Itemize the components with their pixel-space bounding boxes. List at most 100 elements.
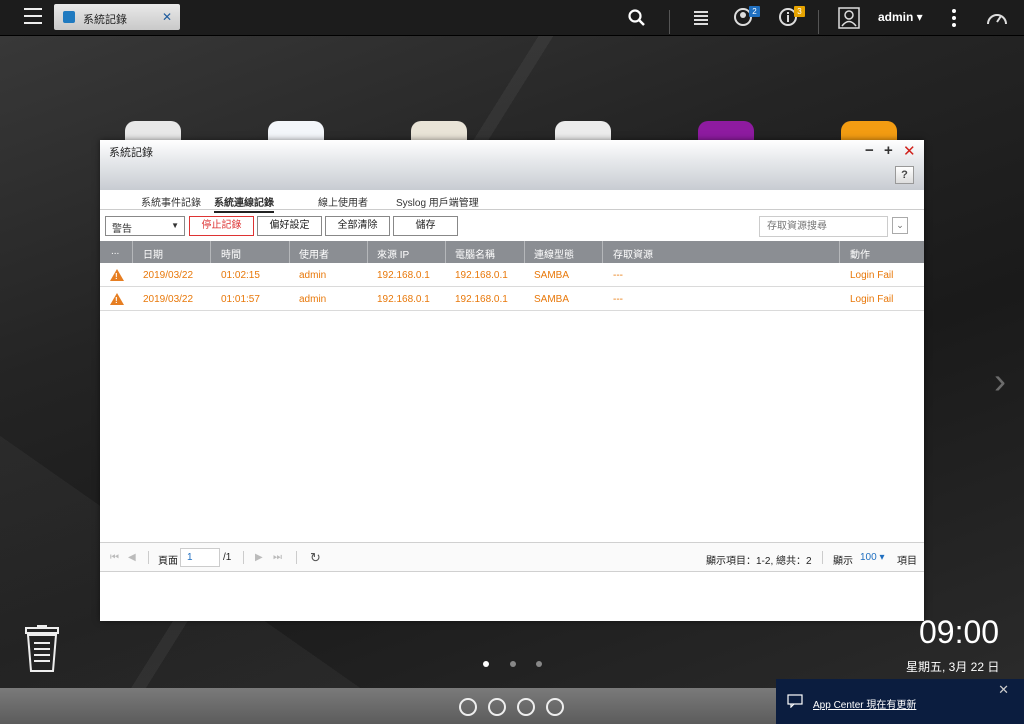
desktop-clock: 09:00 xyxy=(919,614,1000,650)
items-label: 項目 xyxy=(897,556,917,567)
col-header-connection-type[interactable]: 連線型態 xyxy=(534,246,574,261)
col-header-date[interactable]: 日期 xyxy=(143,246,163,261)
col-header-accessed-resource[interactable]: 存取資源 xyxy=(613,246,653,261)
severity-filter-value: 警告 xyxy=(112,224,132,235)
refresh-icon[interactable]: ↻ xyxy=(310,550,321,566)
user-menu[interactable]: admin ▾ xyxy=(878,10,923,24)
search-options-chevron-icon[interactable]: ⌄ xyxy=(892,217,908,234)
app-tab-close-icon[interactable]: ✕ xyxy=(162,10,172,24)
app-center-notification[interactable]: App Center 現在有更新 ✕ xyxy=(776,679,1024,724)
display-summary: 顯示項目：1-2, 總共：2 xyxy=(706,556,812,567)
maximize-button[interactable]: + xyxy=(884,142,893,159)
cell-action: Login Fail xyxy=(850,270,894,281)
dashboard-gauge-icon[interactable] xyxy=(985,7,1009,29)
desktop-page-dot[interactable] xyxy=(483,661,489,667)
search-icon[interactable] xyxy=(628,7,646,29)
toolbar: 警告 ▼ 停止記錄 偏好設定 全部清除 儲存 ⌄ xyxy=(100,212,924,240)
page-number-input[interactable] xyxy=(180,548,220,567)
cell-date: 2019/03/22 xyxy=(143,294,194,305)
message-icon xyxy=(787,694,803,708)
col-header-more[interactable]: ... xyxy=(111,246,119,257)
first-page-icon[interactable]: ⏮ xyxy=(110,552,119,563)
cell-connection-type: SAMBA xyxy=(534,294,570,305)
recycle-bin-icon[interactable] xyxy=(23,625,61,673)
cell-source-ip: 192.168.0.1 xyxy=(377,270,430,281)
tab-syslog-client[interactable]: Syslog 用戶端管理 xyxy=(396,194,479,211)
window-header: 系統記錄 − + ✕ ? xyxy=(100,140,924,190)
pagination-bar: ⏮ ◀ 頁面 /1 ▶ ⏭ ↻ 顯示項目：1-2, 總共：2 顯示 100 ▾ … xyxy=(100,542,924,572)
stop-logging-button[interactable]: 停止記錄 xyxy=(189,216,254,236)
preferences-button[interactable]: 偏好設定 xyxy=(257,216,322,236)
connection-log-table: ... 日期 時間 使用者 來源 IP 電腦名稱 連線型態 存取資源 動作 ! … xyxy=(100,241,924,311)
info-badge: 3 xyxy=(794,6,805,17)
page-size-select[interactable]: 100 ▾ xyxy=(860,552,885,563)
tab-online-users[interactable]: 線上使用者 xyxy=(318,194,368,211)
app-tab-system-logs[interactable]: 系統記錄 ✕ xyxy=(54,4,180,30)
total-pages: /1 xyxy=(223,552,232,563)
col-header-computer-name[interactable]: 電腦名稱 xyxy=(455,246,495,261)
app-tab-label: 系統記錄 xyxy=(83,14,127,26)
cell-user: admin xyxy=(299,294,327,305)
table-row[interactable]: ! 2019/03/22 01:01:57 admin 192.168.0.1 … xyxy=(100,287,924,311)
col-header-time[interactable]: 時間 xyxy=(221,246,241,261)
save-button[interactable]: 儲存 xyxy=(393,216,458,236)
col-header-action[interactable]: 動作 xyxy=(850,246,870,261)
divider xyxy=(818,10,819,34)
severity-filter-select[interactable]: 警告 ▼ xyxy=(105,216,185,236)
desktop-date: 星期五, 3月 22 日 xyxy=(906,660,1000,674)
window-title: 系統記錄 xyxy=(109,147,153,159)
cell-date: 2019/03/22 xyxy=(143,270,194,281)
cell-time: 01:01:57 xyxy=(221,294,260,305)
system-logs-window: 系統記錄 − + ✕ ? 系統事件記錄 系統連線記錄 線上使用者 Syslog … xyxy=(100,140,924,621)
cell-action: Login Fail xyxy=(850,294,894,305)
clear-all-button[interactable]: 全部清除 xyxy=(325,216,390,236)
cell-time: 01:02:15 xyxy=(221,270,260,281)
close-button[interactable]: ✕ xyxy=(903,142,916,160)
notification-close-icon[interactable]: ✕ xyxy=(998,682,1009,698)
background-tasks-icon[interactable]: 2 xyxy=(733,6,760,29)
dropdown-arrow-icon: ▼ xyxy=(171,221,179,230)
divider xyxy=(669,10,670,34)
page-size-value: 100 xyxy=(860,552,877,563)
more-options-icon[interactable] xyxy=(948,7,960,29)
cell-computer-name: 192.168.0.1 xyxy=(455,270,508,281)
notification-text[interactable]: App Center 現在有更新 xyxy=(813,696,916,711)
warning-icon: ! xyxy=(110,269,124,281)
top-taskbar: 系統記錄 ✕ 2 3 admin ▾ xyxy=(0,0,1024,36)
minimize-button[interactable]: − xyxy=(865,142,874,159)
next-page-icon[interactable]: ▶ xyxy=(255,552,263,563)
help-button[interactable]: ? xyxy=(895,166,914,184)
stack-icon[interactable] xyxy=(692,7,710,29)
table-row[interactable]: ! 2019/03/22 01:02:15 admin 192.168.0.1 … xyxy=(100,263,924,287)
dock-app-icon[interactable] xyxy=(459,698,477,716)
system-logs-app-icon xyxy=(63,11,75,23)
user-avatar-icon[interactable] xyxy=(838,7,860,29)
dock-edit-icon[interactable] xyxy=(546,698,564,716)
tab-system-connection-logs[interactable]: 系統連線記錄 xyxy=(214,194,274,213)
tab-bar: 系統事件記錄 系統連線記錄 線上使用者 Syslog 用戶端管理 xyxy=(100,192,924,213)
resource-search-input[interactable] xyxy=(759,216,888,237)
main-menu-icon[interactable] xyxy=(24,8,42,24)
cell-accessed-resource: --- xyxy=(613,294,623,305)
info-icon[interactable]: 3 xyxy=(778,6,805,29)
cell-connection-type: SAMBA xyxy=(534,270,570,281)
next-desktop-chevron-icon[interactable]: › xyxy=(994,360,1006,402)
background-tasks-badge: 2 xyxy=(749,6,760,17)
col-header-user[interactable]: 使用者 xyxy=(299,246,329,261)
desktop-page-dot[interactable] xyxy=(536,661,542,667)
tab-system-event-logs[interactable]: 系統事件記錄 xyxy=(141,194,201,211)
col-header-source-ip[interactable]: 來源 IP xyxy=(377,246,409,261)
desktop-page-dot[interactable] xyxy=(510,661,516,667)
show-label: 顯示 xyxy=(833,556,853,567)
dock-tools-icon[interactable] xyxy=(488,698,506,716)
cell-user: admin xyxy=(299,270,327,281)
warning-icon: ! xyxy=(110,293,124,305)
cell-computer-name: 192.168.0.1 xyxy=(455,294,508,305)
prev-page-icon[interactable]: ◀ xyxy=(128,552,136,563)
table-header: ... 日期 時間 使用者 來源 IP 電腦名稱 連線型態 存取資源 動作 xyxy=(100,241,924,263)
last-page-icon[interactable]: ⏭ xyxy=(273,552,282,563)
cell-source-ip: 192.168.0.1 xyxy=(377,294,430,305)
dock-grid-icon[interactable] xyxy=(517,698,535,716)
cell-accessed-resource: --- xyxy=(613,270,623,281)
page-label: 頁面 xyxy=(158,556,178,567)
